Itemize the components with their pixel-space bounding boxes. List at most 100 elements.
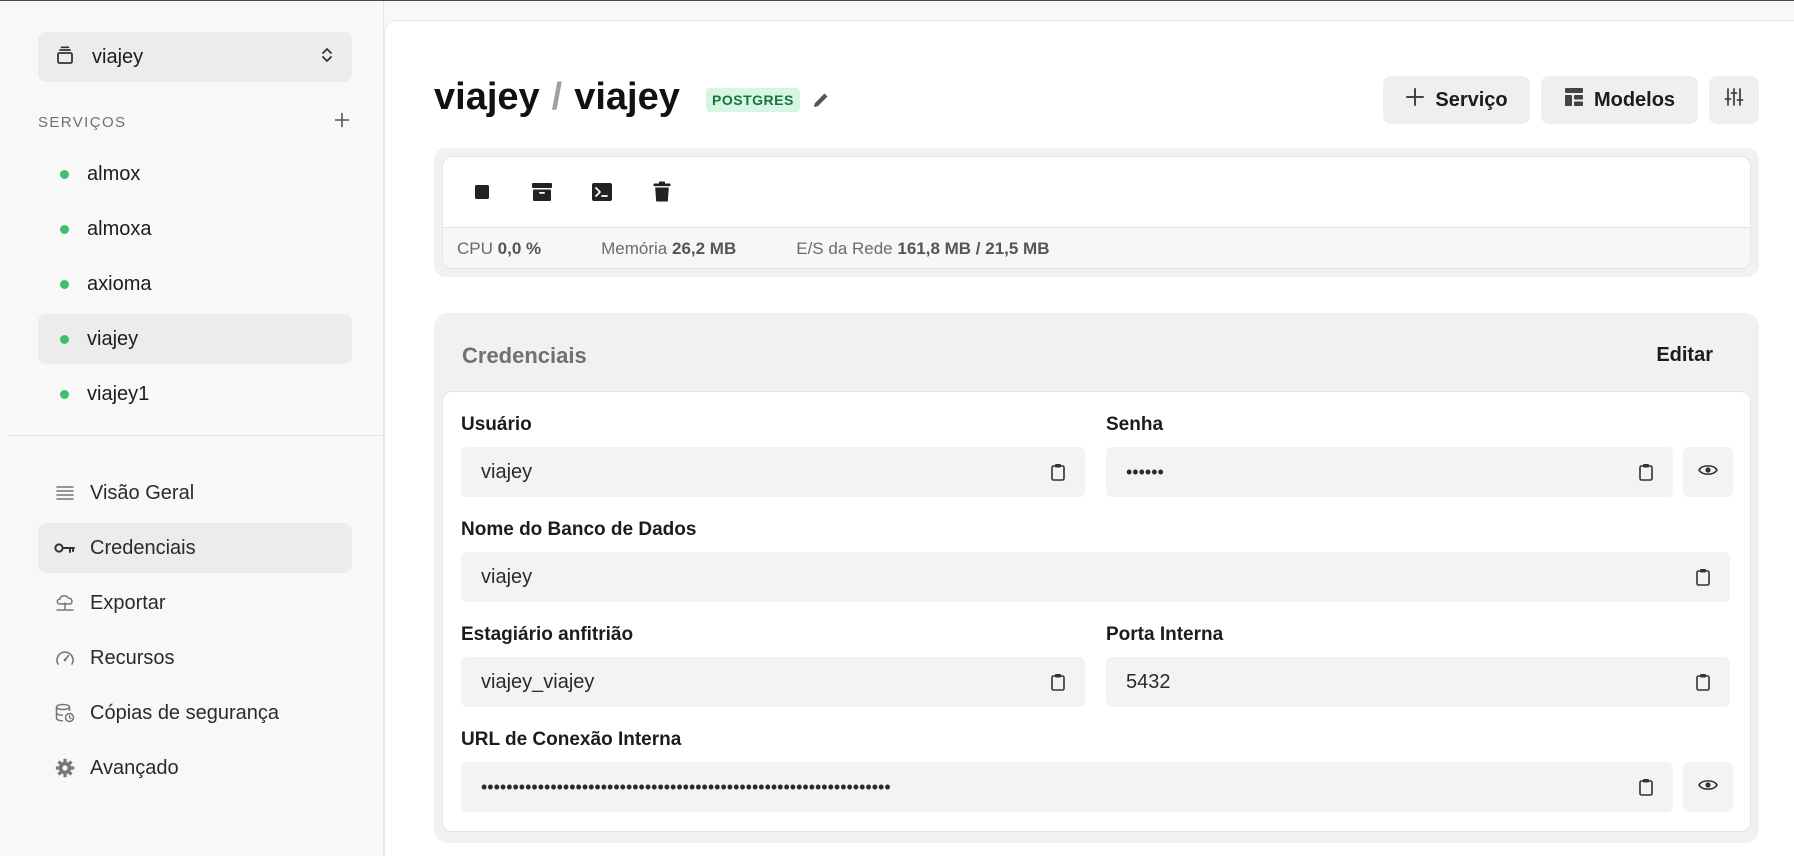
service-actions (443, 157, 1750, 227)
nav-label: Cópias de segurança (90, 701, 280, 724)
show-password-button[interactable] (1683, 447, 1733, 497)
nav-label: Avançado (90, 756, 179, 779)
cpu-label: CPU (457, 239, 493, 258)
services-header: SERVIÇOS (38, 111, 352, 133)
gauge-icon (54, 649, 76, 667)
service-item-axioma[interactable]: axioma (38, 259, 352, 309)
service-item-almox[interactable]: almox (38, 149, 352, 199)
breadcrumb-service: viajey (574, 76, 680, 118)
gear-icon (54, 758, 76, 778)
service-name: viajey (87, 327, 139, 350)
network-value: 161,8 MB / 21,5 MB (897, 239, 1050, 258)
user-label: Usuário (461, 414, 532, 435)
port-value: 5432 (1126, 670, 1171, 693)
credentials-fields: Usuário viajey Senha •••••• Nome do Banc… (442, 391, 1751, 832)
add-service-icon[interactable] (334, 112, 350, 133)
project-name: viajey (92, 45, 144, 68)
clipboard-icon[interactable] (1051, 673, 1065, 691)
clipboard-icon[interactable] (1639, 463, 1653, 481)
network-metric: E/S da Rede 161,8 MB / 21,5 MB (796, 239, 1049, 259)
clipboard-icon[interactable] (1051, 463, 1065, 481)
credentials-card: Credenciais Editar Usuário viajey Senha … (434, 313, 1759, 843)
cpu-metric: CPU 0,0 % (457, 239, 541, 259)
service-control-card: CPU 0,0 % Memória 26,2 MB E/S da Rede 16… (434, 148, 1759, 277)
password-field[interactable]: •••••• (1106, 447, 1673, 497)
service-nav: Visão Geral Credenciais Exportar Recurso… (38, 468, 352, 798)
nav-item-overview[interactable]: Visão Geral (38, 468, 352, 518)
cloud-export-icon (54, 594, 76, 612)
edit-credentials-button[interactable]: Editar (1656, 344, 1713, 367)
templates-button[interactable]: Modelos (1541, 76, 1698, 124)
page-title: viajey / viajey (434, 76, 680, 119)
plus-icon (1405, 87, 1425, 113)
credentials-title: Credenciais (462, 343, 587, 368)
clipboard-icon[interactable] (1696, 673, 1710, 691)
dbname-value: viajey (481, 565, 533, 588)
database-backup-icon (54, 703, 76, 723)
sidebar: viajey SERVIÇOS almox almoxa axioma viaj… (0, 1, 384, 856)
nav-label: Recursos (90, 646, 175, 669)
chevron-up-down-icon (320, 46, 334, 69)
host-label: Estagiário anfitrião (461, 624, 634, 645)
stop-icon[interactable] (463, 173, 501, 211)
nav-label: Credenciais (90, 536, 196, 559)
user-field[interactable]: viajey (461, 447, 1085, 497)
trash-icon[interactable] (643, 173, 681, 211)
sidebar-divider (8, 435, 384, 436)
breadcrumb-project[interactable]: viajey (434, 76, 540, 119)
eye-icon (1698, 463, 1718, 482)
service-item-almoxa[interactable]: almoxa (38, 204, 352, 254)
metrics-bar: CPU 0,0 % Memória 26,2 MB E/S da Rede 16… (443, 227, 1750, 268)
status-dot (60, 169, 69, 179)
stack-icon (56, 45, 74, 69)
host-value: viajey_viajey (481, 670, 595, 693)
connection-url-value: ••••••••••••••••••••••••••••••••••••••••… (481, 776, 891, 797)
password-value: •••••• (1126, 461, 1164, 482)
clipboard-icon[interactable] (1696, 568, 1710, 586)
service-name: almoxa (87, 217, 152, 240)
port-label: Porta Interna (1106, 624, 1224, 645)
services-list: almox almoxa axioma viajey viajey1 (38, 149, 352, 424)
cpu-value: 0,0 % (497, 239, 542, 258)
memory-value: 26,2 MB (671, 239, 737, 258)
service-type-badge: POSTGRES (706, 88, 800, 112)
service-name: axioma (87, 272, 152, 295)
breadcrumb-separator: / (551, 76, 563, 118)
connection-url-field[interactable]: ••••••••••••••••••••••••••••••••••••••••… (461, 762, 1673, 812)
nav-item-export[interactable]: Exportar (38, 578, 352, 628)
templates-label: Modelos (1593, 88, 1676, 111)
memory-metric: Memória 26,2 MB (601, 239, 736, 259)
layout-template-icon (1564, 87, 1584, 113)
nav-item-credentials[interactable]: Credenciais (38, 523, 352, 573)
key-icon (54, 542, 76, 554)
service-control-inner: CPU 0,0 % Memória 26,2 MB E/S da Rede 16… (442, 156, 1751, 269)
settings-sliders-button[interactable] (1709, 76, 1759, 124)
service-item-viajey[interactable]: viajey (38, 314, 352, 364)
password-label: Senha (1106, 414, 1164, 435)
archive-icon[interactable] (523, 173, 561, 211)
status-dot (60, 224, 69, 234)
host-field[interactable]: viajey_viajey (461, 657, 1085, 707)
terminal-icon[interactable] (583, 173, 621, 211)
dbname-field[interactable]: viajey (461, 552, 1730, 602)
pencil-icon[interactable] (812, 91, 830, 114)
network-label: E/S da Rede (796, 239, 893, 258)
nav-item-backups[interactable]: Cópias de segurança (38, 688, 352, 738)
nav-label: Exportar (90, 591, 166, 614)
service-item-viajey1[interactable]: viajey1 (38, 369, 352, 419)
memory-label: Memória (601, 239, 668, 258)
clipboard-icon[interactable] (1639, 778, 1653, 796)
project-selector[interactable]: viajey (38, 32, 352, 82)
show-url-button[interactable] (1683, 762, 1733, 812)
status-dot (60, 279, 69, 289)
service-name: viajey1 (87, 382, 150, 405)
nav-label: Visão Geral (90, 481, 195, 504)
status-dot (60, 389, 69, 399)
connection-url-label: URL de Conexão Interna (461, 729, 682, 750)
nav-item-advanced[interactable]: Avançado (38, 743, 352, 793)
status-dot (60, 334, 69, 344)
port-field[interactable]: 5432 (1106, 657, 1730, 707)
list-icon (54, 485, 76, 501)
add-service-button[interactable]: Serviço (1383, 76, 1530, 124)
nav-item-resources[interactable]: Recursos (38, 633, 352, 683)
